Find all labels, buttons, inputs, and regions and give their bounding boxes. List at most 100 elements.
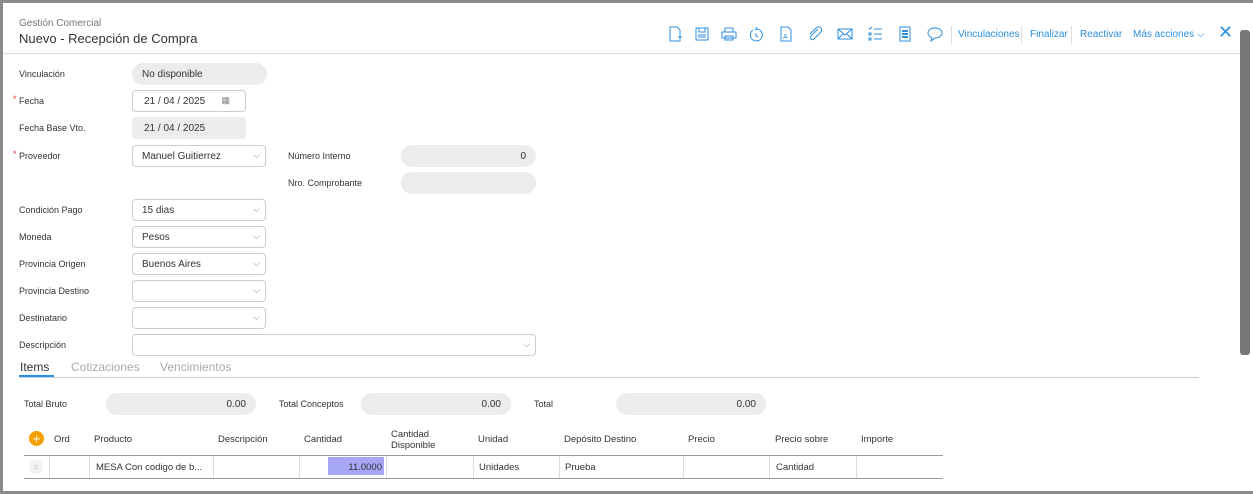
vinculaciones-button[interactable]: Vinculaciones <box>958 29 1020 40</box>
chevron-down-icon: ⌵ <box>253 204 260 214</box>
fecha-input[interactable]: 21 / 04 / 2025 ▦ <box>132 90 246 112</box>
descripcion-input[interactable]: ⌵ <box>132 334 536 356</box>
reactivar-button[interactable]: Reactivar <box>1080 29 1122 40</box>
destinatario-select[interactable]: ⌵ <box>132 307 266 329</box>
scrollbar[interactable] <box>1240 30 1250 355</box>
total-bruto-label: Total Bruto <box>24 399 68 409</box>
numero-interno-label: Número Interno <box>288 151 351 161</box>
chevron-down-icon: ⌵ <box>253 258 260 268</box>
mas-acciones-label: Más acciones <box>1133 29 1195 40</box>
descripcion-label: Descripción <box>19 340 67 350</box>
mail-icon[interactable] <box>836 25 854 43</box>
provincia-destino-label: Provincia Destino <box>19 286 90 296</box>
close-icon[interactable]: ✕ <box>1218 22 1233 43</box>
comment-icon[interactable] <box>926 25 944 43</box>
cell-divider <box>299 456 300 478</box>
column-header-precio-sobre: Precio sobre <box>775 434 829 445</box>
total-field: 0.00 <box>616 393 766 415</box>
tab-vencimientos[interactable]: Vencimientos <box>160 360 231 374</box>
cell-unidad[interactable]: Unidades <box>479 462 519 473</box>
tab-cotizaciones[interactable]: Cotizaciones <box>71 360 140 374</box>
fecha-base-field: 21 / 04 / 2025 <box>132 117 246 139</box>
condicion-pago-label: Condición Pago <box>19 205 83 215</box>
nro-comprobante-field[interactable] <box>401 172 536 194</box>
moneda-label: Moneda <box>19 232 52 242</box>
tab-items[interactable]: Items <box>20 360 49 374</box>
module-name: Gestión Comercial <box>19 18 102 29</box>
column-header-ord: Ord <box>54 434 70 445</box>
print-icon[interactable] <box>720 25 738 43</box>
chevron-down-icon: ⌵ <box>1196 29 1205 40</box>
new-document-icon[interactable] <box>666 25 684 43</box>
proveedor-select[interactable]: Manuel Guitierrez ⌵ <box>132 145 266 167</box>
cell-divider <box>683 456 684 478</box>
save-icon[interactable] <box>693 25 711 43</box>
cell-divider <box>559 456 560 478</box>
cell-divider <box>386 456 387 478</box>
cell-deposito[interactable]: Prueba <box>565 462 596 473</box>
cell-divider <box>89 456 90 478</box>
total-label: Total <box>534 399 554 409</box>
attachment-icon[interactable] <box>806 25 824 43</box>
numero-interno-field: 0 <box>401 145 536 167</box>
total-conceptos-label: Total Conceptos <box>279 399 344 409</box>
cell-cantidad[interactable]: 11.0000 <box>328 457 384 475</box>
tabs-divider <box>19 377 1199 378</box>
header-divider <box>3 53 1240 54</box>
cell-divider <box>473 456 474 478</box>
proveedor-label-text: Proveedor <box>19 151 61 161</box>
column-header-unidad: Unidad <box>478 434 509 445</box>
column-header-cantidad-disponible: Cantidad Disponible <box>391 429 436 451</box>
column-header-deposito: Depósito Destino <box>564 434 637 445</box>
proveedor-label: * Proveedor <box>13 149 61 161</box>
delete-row-icon[interactable]: x <box>29 460 43 474</box>
table-bottom-divider <box>24 478 943 479</box>
cell-divider <box>49 456 50 478</box>
total-bruto-field: 0.00 <box>106 393 256 415</box>
fecha-label: * Fecha <box>13 94 45 106</box>
text-document-icon[interactable]: A <box>777 25 795 43</box>
provincia-destino-select[interactable]: ⌵ <box>132 280 266 302</box>
chevron-down-icon: ⌵ <box>523 339 530 349</box>
chevron-down-icon: ⌵ <box>253 312 260 322</box>
condicion-pago-select[interactable]: 15 dias ⌵ <box>132 199 266 221</box>
chevron-down-icon: ⌵ <box>253 150 260 160</box>
chevron-down-icon: ⌵ <box>253 285 260 295</box>
provincia-origen-select[interactable]: Buenos Aires ⌵ <box>132 253 266 275</box>
cell-divider <box>213 456 214 478</box>
column-header-importe: Importe <box>861 434 894 445</box>
moneda-select[interactable]: Pesos ⌵ <box>132 226 266 248</box>
column-header-descripcion: Descripción <box>218 434 268 445</box>
vinculacion-field: No disponible <box>132 63 267 85</box>
condicion-pago-value: 15 dias <box>142 205 175 216</box>
cell-producto[interactable]: MESA Con codigo de b... <box>96 462 202 473</box>
page-title: Nuevo - Recepción de Compra <box>19 31 198 46</box>
toolbar-divider <box>1021 26 1022 44</box>
add-row-icon[interactable]: + <box>29 431 44 446</box>
destinatario-label: Destinatario <box>19 313 68 323</box>
calendar-icon[interactable]: ▦ <box>221 95 230 106</box>
fecha-base-label: Fecha Base Vto. <box>19 123 86 133</box>
proveedor-value: Manuel Guitierrez <box>142 151 221 162</box>
cell-divider <box>769 456 770 478</box>
cell-divider <box>856 456 857 478</box>
toolbar-divider <box>951 26 952 44</box>
notebook-icon[interactable] <box>896 25 914 43</box>
fecha-value: 21 / 04 / 2025 <box>144 96 206 107</box>
history-icon[interactable] <box>747 25 765 43</box>
vinculacion-label: Vinculación <box>19 69 65 79</box>
cell-precio-sobre[interactable]: Cantidad <box>776 462 814 473</box>
mas-acciones-button[interactable]: Más acciones ⌵ <box>1133 29 1205 40</box>
provincia-origen-value: Buenos Aires <box>142 259 201 270</box>
finalizar-button[interactable]: Finalizar <box>1030 29 1068 40</box>
column-header-cantidad: Cantidad <box>304 434 343 445</box>
nro-comprobante-label: Nro. Comprobante <box>288 178 363 188</box>
svg-text:A: A <box>783 34 788 41</box>
toolbar-divider <box>1071 26 1072 44</box>
chevron-down-icon: ⌵ <box>253 231 260 241</box>
total-conceptos-field: 0.00 <box>361 393 511 415</box>
checklist-icon[interactable] <box>866 25 884 43</box>
column-header-producto: Producto <box>94 434 133 445</box>
moneda-value: Pesos <box>142 232 170 243</box>
column-header-precio: Precio <box>688 434 715 445</box>
